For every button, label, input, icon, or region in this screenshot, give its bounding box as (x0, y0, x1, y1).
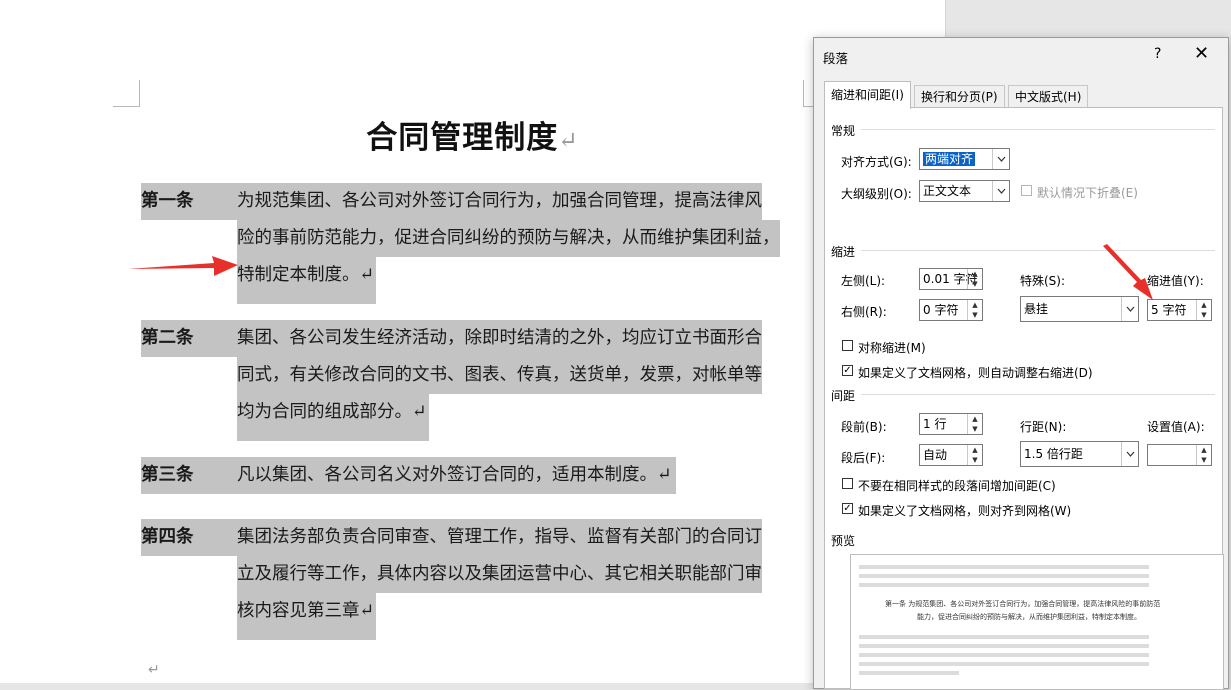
mirror-indents-checkbox[interactable] (842, 340, 853, 351)
article-line: 均为合同的组成部分。↵ (237, 394, 762, 441)
section-general: 常规 (831, 124, 856, 138)
section-indentation: 缩进 (831, 245, 856, 259)
spin-down-icon[interactable]: ▼ (968, 279, 982, 289)
annotation-arrow-icon (128, 256, 238, 276)
outline-level-select[interactable]: 正文文本 (919, 180, 1010, 202)
chevron-down-icon[interactable] (992, 181, 1009, 201)
left-indent-label: 左侧(L): (841, 274, 886, 288)
space-after-label: 段后(F): (841, 451, 886, 465)
align-label: 对齐方式(G): (841, 155, 912, 169)
no-space-same-style-label: 不要在相同样式的段落间增加间距(C) (858, 479, 1056, 493)
close-button[interactable]: ✕ (1194, 43, 1209, 64)
preview-box: 第一条 为规范集团、各公司对外签订合同行为，加强合同管理，提高法律风险的事前防范… (850, 554, 1224, 690)
margin-corner-top-left (113, 80, 140, 107)
space-before-label: 段前(B): (841, 420, 887, 434)
preview-filler-line (859, 574, 1149, 578)
snap-to-grid-label: 如果定义了文档网格，则对齐到网格(W) (858, 504, 1072, 518)
spinner[interactable]: ▲ ▼ (1196, 300, 1211, 320)
spinner[interactable]: ▲ ▼ (967, 445, 982, 465)
auto-adjust-right-indent-checkbox[interactable]: ✓ (842, 365, 853, 376)
tab-asian-typography[interactable]: 中文版式(H) (1008, 85, 1089, 108)
annotation-arrow-icon (1103, 244, 1153, 300)
auto-adjust-right-indent-label: 如果定义了文档网格，则自动调整右缩进(D) (858, 366, 1093, 380)
article-line: 凡以集团、各公司名义对外签订合同的，适用本制度。↵ (237, 457, 676, 494)
spin-down-icon[interactable]: ▼ (1197, 455, 1211, 465)
article-line: 核内容见第三章↵ (237, 593, 762, 640)
preview-filler-line (859, 583, 1149, 587)
article-line: 特制定本制度。↵ (237, 257, 780, 304)
tab-line-page-breaks[interactable]: 换行和分页(P) (914, 85, 1005, 108)
left-indent-input[interactable]: 0.01 字符 ▲ ▼ (919, 268, 983, 290)
preview-filler-line (859, 644, 1149, 648)
preview-filler-line (859, 635, 1149, 639)
chevron-down-icon[interactable] (1121, 442, 1138, 466)
preview-sample-line: 第一条 为规范集团、各公司对外签订合同行为，加强合同管理，提高法律风险的事前防范 (885, 600, 1161, 608)
article-line: 同式，有关修改合同的文书、图表、传真，送货单，发票，对帐单等 (237, 357, 762, 394)
spin-down-icon[interactable]: ▼ (1197, 310, 1211, 320)
no-space-same-style-checkbox[interactable] (842, 478, 853, 489)
line-spacing-label: 行距(N): (1020, 420, 1067, 434)
collapse-label: 默认情况下折叠(E) (1037, 186, 1138, 200)
mirror-indents-label: 对称缩进(M) (858, 341, 926, 355)
article-line: 险的事前防范能力，促进合同纠纷的预防与解决，从而维护集团利益， (237, 220, 780, 257)
article-label: 第三条 (141, 457, 237, 494)
article-label: 第四条 (141, 519, 237, 556)
paragraph-mark: ↵ (148, 662, 160, 678)
paragraph-dialog[interactable]: 段落 ? ✕ 缩进和间距(I) 换行和分页(P) 中文版式(H) 常规 对齐方式… (813, 37, 1229, 690)
article-line: 为规范集团、各公司对外签订合同行为，加强合同管理，提高法律风 (237, 183, 780, 220)
tab-panel: 常规 对齐方式(G): 两端对齐 大纲级别(O): 正文文本 默认情况下折叠(E… (824, 107, 1224, 690)
space-after-input[interactable]: 自动 ▲ ▼ (919, 444, 983, 466)
section-preview: 预览 (831, 534, 856, 548)
document-title[interactable]: 合同管理制度↵ (0, 112, 945, 157)
right-indent-label: 右侧(R): (841, 305, 887, 319)
article-label: 第一条 (141, 183, 237, 220)
line-spacing-select[interactable]: 1.5 倍行距 (1020, 441, 1139, 467)
divider (861, 394, 1215, 395)
preview-filler-line (859, 565, 1149, 569)
section-spacing: 间距 (831, 389, 856, 403)
preview-filler-line (859, 653, 1149, 657)
preview-filler-line (859, 662, 1149, 666)
space-before-input[interactable]: 1 行 ▲ ▼ (919, 413, 983, 435)
spinner[interactable]: ▲ ▼ (967, 269, 982, 289)
line-spacing-at-label: 设置值(A): (1147, 420, 1205, 434)
article-line: 集团、各公司发生经济活动，除即时结清的之外，均应订立书面形合 (237, 320, 762, 357)
outline-label: 大纲级别(O): (841, 187, 912, 201)
article-label: 第二条 (141, 320, 237, 357)
spinner[interactable]: ▲ ▼ (1196, 445, 1211, 465)
spin-down-icon[interactable]: ▼ (968, 310, 982, 320)
preview-sample-line: 能力，促进合同纠纷的预防与解决，从而维护集团利益，特制定本制度。 (917, 613, 1141, 621)
dialog-title: 段落 (823, 51, 849, 66)
snap-to-grid-checkbox[interactable]: ✓ (842, 503, 853, 514)
line-spacing-at-input[interactable]: ▲ ▼ (1147, 444, 1212, 466)
article-line: 立及履行等工作，具体内容以及集团运营中心、其它相关职能部门审 (237, 556, 762, 593)
paragraph-mark: ↵ (558, 127, 579, 154)
divider (861, 129, 1215, 130)
tab-indents-spacing[interactable]: 缩进和间距(I) (824, 81, 911, 109)
chevron-down-icon[interactable] (992, 149, 1009, 169)
special-label: 特殊(S): (1020, 274, 1066, 288)
spin-down-icon[interactable]: ▼ (968, 455, 982, 465)
spinner[interactable]: ▲ ▼ (967, 414, 982, 434)
spin-down-icon[interactable]: ▼ (968, 424, 982, 434)
right-indent-input[interactable]: 0 字符 ▲ ▼ (919, 299, 983, 321)
align-select[interactable]: 两端对齐 (919, 148, 1010, 170)
article-line: 集团法务部负责合同审查、管理工作，指导、监督有关部门的合同订 (237, 519, 762, 556)
preview-filler-line (859, 671, 959, 675)
help-button[interactable]: ? (1154, 46, 1161, 62)
divider (861, 250, 1215, 251)
spinner[interactable]: ▲ ▼ (967, 300, 982, 320)
document-page[interactable]: 合同管理制度↵ 第一条 为规范集团、各公司对外签订合同行为，加强合同管理，提高法… (0, 0, 946, 683)
collapse-checkbox[interactable] (1021, 185, 1032, 196)
